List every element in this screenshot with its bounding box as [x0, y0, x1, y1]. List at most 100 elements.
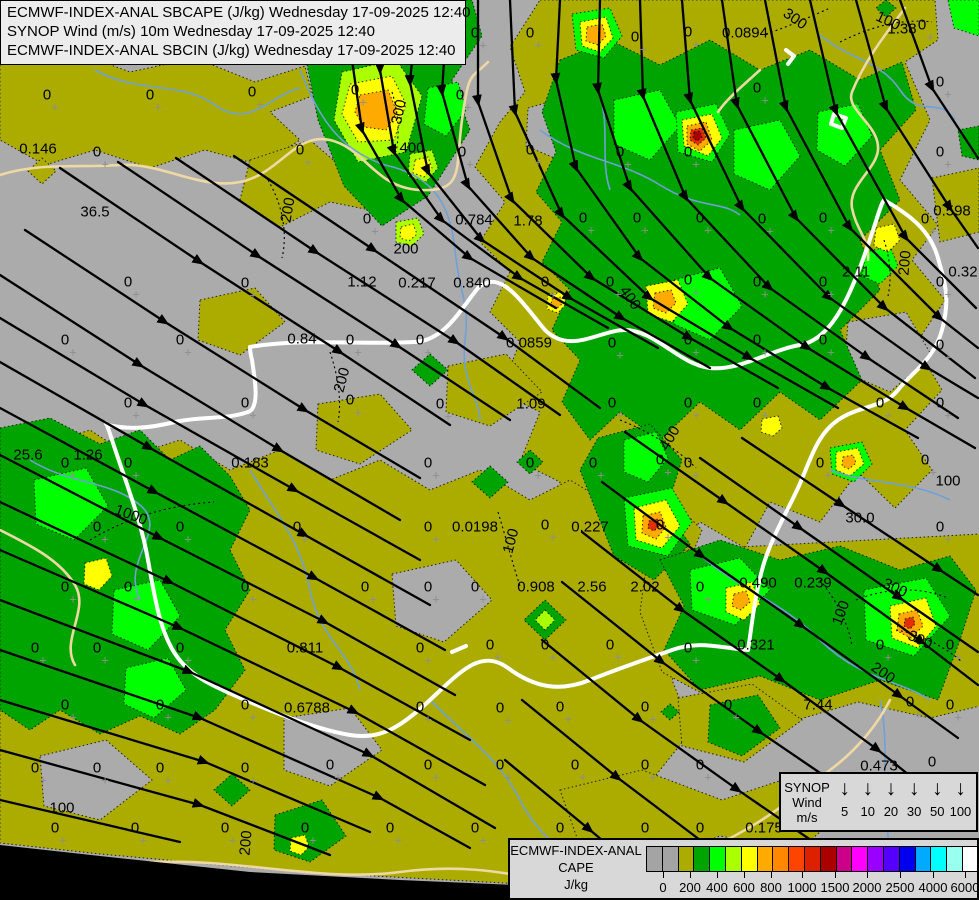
station-plus-marker: + — [371, 223, 379, 239]
station-value-label: 0.0894 — [722, 24, 768, 42]
station-plus-marker: + — [587, 222, 595, 238]
station-plus-marker: + — [944, 286, 952, 302]
color-swatch — [914, 846, 931, 872]
station-plus-marker: + — [926, 29, 934, 45]
station-zero-label: 0 — [570, 756, 580, 774]
station-zero-label: 0 — [655, 451, 665, 469]
station-zero-label: 0 — [935, 336, 945, 354]
wind-speed-scale: ↓ 5 ↓ 10 ↓ 20 ↓ 30 ↓ 50 ↓ 100 — [833, 774, 976, 830]
station-zero-label: 0 — [423, 454, 433, 472]
station-plus-marker: + — [564, 711, 572, 727]
station-zero-label: 0 — [818, 331, 828, 349]
station-zero-label: 0 — [123, 578, 133, 596]
station-plus-marker: + — [249, 287, 257, 303]
station-plus-marker: + — [424, 344, 432, 360]
station-plus-marker: + — [432, 467, 440, 483]
color-swatch — [882, 846, 899, 872]
color-swatch — [756, 846, 773, 872]
station-zero-label: 0 — [247, 83, 257, 101]
station-zero-label: 0 — [640, 698, 650, 716]
station-plus-marker: + — [494, 649, 502, 665]
station-zero-label: 0 — [415, 639, 425, 657]
station-zero-label: 0 — [123, 394, 133, 412]
color-swatch — [946, 846, 962, 872]
station-zero-label: 0 — [470, 819, 480, 837]
color-swatch — [740, 846, 757, 872]
station-plus-marker: + — [664, 529, 672, 545]
station-value-label: 0.239 — [794, 574, 832, 592]
station-plus-marker: + — [309, 832, 317, 848]
station-zero-label: 0 — [935, 273, 945, 291]
station-zero-label: 0 — [495, 756, 505, 774]
station-value-label: 0.0198 — [452, 518, 498, 536]
station-zero-label: 0 — [240, 696, 250, 714]
station-plus-marker: + — [304, 154, 312, 170]
station-zero-label: 0 — [920, 210, 930, 228]
station-plus-marker: + — [464, 99, 472, 115]
station-zero-label: 0 — [935, 518, 945, 536]
station-zero-label: 0 — [220, 819, 230, 837]
station-zero-label: 0 — [50, 819, 60, 837]
scale-tick — [771, 872, 772, 878]
station-zero-label: 0 — [42, 86, 52, 104]
scale-tick-label: 2500 — [885, 880, 915, 895]
station-plus-marker: + — [954, 649, 962, 665]
weather-map-screen: 0.146 36.5 0.0894 1.38 0.598 0.784 1.78 2.11 0.3… — [0, 0, 979, 900]
station-zero-label: 0 — [640, 819, 650, 837]
station-zero-label: 0 — [30, 639, 40, 657]
station-zero-label: 0 — [470, 24, 480, 42]
color-swatch — [803, 846, 820, 872]
station-plus-marker: + — [884, 649, 892, 665]
station-plus-marker: + — [301, 531, 309, 547]
station-zero-label: 0 — [415, 698, 425, 716]
station-zero-label: 0 — [935, 394, 945, 412]
station-value-label: 1.12 — [347, 273, 377, 291]
station-plus-marker: + — [184, 652, 192, 668]
station-zero-label: 0 — [92, 759, 102, 777]
scale-tick-label: 1000 — [787, 880, 817, 895]
station-zero-label: 0 — [92, 639, 102, 657]
station-zero-label: 0 — [655, 516, 665, 534]
cape-color-legend: ECMWF-INDEX-ANAL CAPE J/kg 0 200 400 600 800… — [508, 838, 979, 900]
station-plus-marker: + — [444, 408, 452, 424]
cape-region — [947, 0, 979, 37]
station-zero-label: 0 — [588, 454, 598, 472]
station-plus-marker: + — [249, 709, 257, 725]
station-plus-marker: + — [766, 223, 774, 239]
station-value-label: 0.598 — [933, 202, 971, 220]
station-zero-label: 0 — [695, 209, 705, 227]
station-plus-marker: + — [692, 156, 700, 172]
station-plus-marker: + — [424, 652, 432, 668]
station-zero-label: 0 — [683, 394, 693, 412]
station-zero-label: 0 — [640, 756, 650, 774]
station-plus-marker: + — [101, 531, 109, 547]
station-zero-label: 0 — [945, 636, 955, 654]
scale-tick-label: 600 — [733, 880, 755, 895]
station-zero-label: 0 — [632, 209, 642, 227]
station-plus-marker: + — [639, 41, 647, 57]
station-zero-label: 0 — [415, 331, 425, 349]
station-plus-marker: + — [641, 222, 649, 238]
station-zero-label: 0 — [60, 696, 70, 714]
scale-tick-label: 2000 — [852, 880, 882, 895]
station-plus-marker: + — [139, 832, 147, 848]
station-plus-marker: + — [649, 711, 657, 727]
station-zero-label: 0 — [695, 819, 705, 837]
station-zero-label: 0 — [92, 143, 102, 161]
contour-value-label: 200 — [277, 196, 299, 224]
contour-value-label: 200 — [236, 829, 256, 857]
station-plus-marker: + — [154, 99, 162, 115]
wind-speed-column: ↓ 10 — [856, 776, 879, 830]
station-plus-marker: + — [704, 222, 712, 238]
station-plus-marker: + — [692, 407, 700, 423]
station-zero-label: 0 — [605, 636, 615, 654]
station-zero-label: 0 — [300, 819, 310, 837]
station-zero-label: 0 — [292, 518, 302, 536]
station-plus-marker: + — [466, 156, 474, 172]
station-plus-marker: + — [954, 709, 962, 725]
station-zero-label: 0 — [240, 759, 250, 777]
station-plus-marker: + — [597, 467, 605, 483]
station-plus-marker: + — [944, 531, 952, 547]
station-plus-marker: + — [824, 467, 832, 483]
color-swatch — [898, 846, 915, 872]
